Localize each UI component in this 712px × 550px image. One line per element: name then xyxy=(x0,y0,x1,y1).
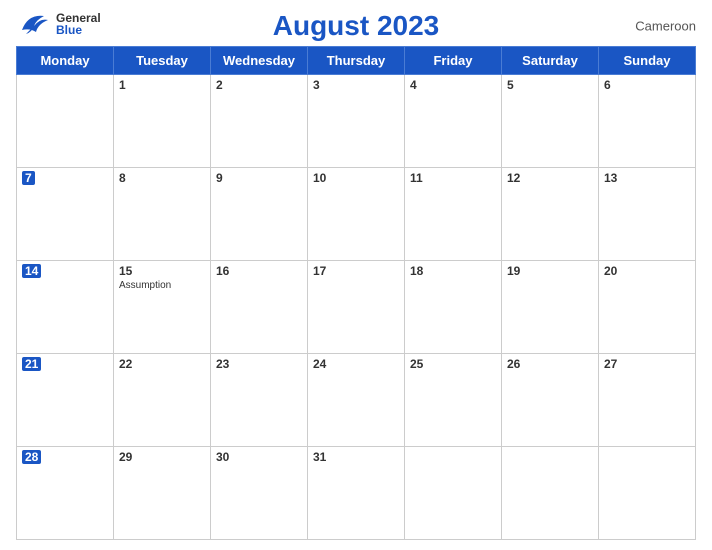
holiday-label: Assumption xyxy=(119,280,205,291)
calendar-cell: 10 xyxy=(308,168,405,261)
calendar-cell xyxy=(405,447,502,540)
calendar-cell: 4 xyxy=(405,75,502,168)
weekday-header-monday: Monday xyxy=(17,47,114,75)
logo-text: General Blue xyxy=(56,12,101,36)
logo-blue: Blue xyxy=(56,24,101,36)
logo-bird-icon xyxy=(16,10,52,38)
calendar-cell: 8 xyxy=(114,168,211,261)
date-number: 12 xyxy=(507,171,593,185)
calendar-cell xyxy=(17,75,114,168)
date-number: 3 xyxy=(313,78,399,92)
calendar-cell: 26 xyxy=(502,354,599,447)
calendar-cell: 9 xyxy=(211,168,308,261)
date-number: 16 xyxy=(216,264,302,278)
date-number: 23 xyxy=(216,357,302,371)
date-number: 8 xyxy=(119,171,205,185)
country-label: Cameroon xyxy=(635,19,696,34)
date-number: 10 xyxy=(313,171,399,185)
weekday-header-saturday: Saturday xyxy=(502,47,599,75)
calendar-cell: 7 xyxy=(17,168,114,261)
calendar-cell: 24 xyxy=(308,354,405,447)
logo-area: General Blue xyxy=(16,10,101,38)
weekday-header-thursday: Thursday xyxy=(308,47,405,75)
week-row-5: 28 29 30 31 xyxy=(17,447,696,540)
calendar-cell: 27 xyxy=(599,354,696,447)
week-row-1: 123456 xyxy=(17,75,696,168)
date-number: 28 xyxy=(22,450,41,464)
date-number: 14 xyxy=(22,264,41,278)
week-row-2: 7 89 10 11 12 13 xyxy=(17,168,696,261)
calendar-cell: 20 xyxy=(599,261,696,354)
calendar-cell xyxy=(502,447,599,540)
date-number: 1 xyxy=(119,78,205,92)
calendar-cell: 31 xyxy=(308,447,405,540)
date-number: 2 xyxy=(216,78,302,92)
date-number: 29 xyxy=(119,450,205,464)
calendar-cell: 1 xyxy=(114,75,211,168)
date-number: 5 xyxy=(507,78,593,92)
calendar-cell: 14 xyxy=(17,261,114,354)
weekday-header-friday: Friday xyxy=(405,47,502,75)
weekday-header-sunday: Sunday xyxy=(599,47,696,75)
date-number: 18 xyxy=(410,264,496,278)
calendar-cell: 17 xyxy=(308,261,405,354)
date-number: 30 xyxy=(216,450,302,464)
calendar-cell: 19 xyxy=(502,261,599,354)
date-number: 4 xyxy=(410,78,496,92)
calendar-cell: 13 xyxy=(599,168,696,261)
calendar-cell: 28 xyxy=(17,447,114,540)
date-number: 21 xyxy=(22,357,41,371)
date-number: 15 xyxy=(119,264,205,278)
date-number: 26 xyxy=(507,357,593,371)
date-number: 9 xyxy=(216,171,302,185)
calendar-cell: 30 xyxy=(211,447,308,540)
date-number: 25 xyxy=(410,357,496,371)
calendar-cell: 15 Assumption xyxy=(114,261,211,354)
calendar-cell: 5 xyxy=(502,75,599,168)
calendar-cell: 18 xyxy=(405,261,502,354)
date-number: 24 xyxy=(313,357,399,371)
date-number: 27 xyxy=(604,357,690,371)
calendar-table: MondayTuesdayWednesdayThursdayFridaySatu… xyxy=(16,46,696,540)
calendar-cell: 6 xyxy=(599,75,696,168)
calendar-cell: 29 xyxy=(114,447,211,540)
date-number: 13 xyxy=(604,171,690,185)
date-number: 17 xyxy=(313,264,399,278)
calendar-title: August 2023 xyxy=(273,10,440,42)
date-number: 11 xyxy=(410,171,496,185)
weekday-header-tuesday: Tuesday xyxy=(114,47,211,75)
calendar-header: General Blue August 2023 Cameroon xyxy=(16,10,696,42)
calendar-cell: 22 xyxy=(114,354,211,447)
week-row-4: 21 22 23 24 25 26 27 xyxy=(17,354,696,447)
date-number: 22 xyxy=(119,357,205,371)
weekday-header-wednesday: Wednesday xyxy=(211,47,308,75)
calendar-cell: 11 xyxy=(405,168,502,261)
date-number: 20 xyxy=(604,264,690,278)
date-number: 31 xyxy=(313,450,399,464)
calendar-cell: 23 xyxy=(211,354,308,447)
week-row-3: 14 15 Assumption 16 17 18 19 20 xyxy=(17,261,696,354)
calendar-cell: 3 xyxy=(308,75,405,168)
date-number: 6 xyxy=(604,78,690,92)
calendar-cell xyxy=(599,447,696,540)
weekday-header-row: MondayTuesdayWednesdayThursdayFridaySatu… xyxy=(17,47,696,75)
date-number: 7 xyxy=(22,171,35,185)
date-number: 19 xyxy=(507,264,593,278)
calendar-cell: 12 xyxy=(502,168,599,261)
calendar-cell: 21 xyxy=(17,354,114,447)
calendar-cell: 25 xyxy=(405,354,502,447)
calendar-cell: 16 xyxy=(211,261,308,354)
calendar-cell: 2 xyxy=(211,75,308,168)
